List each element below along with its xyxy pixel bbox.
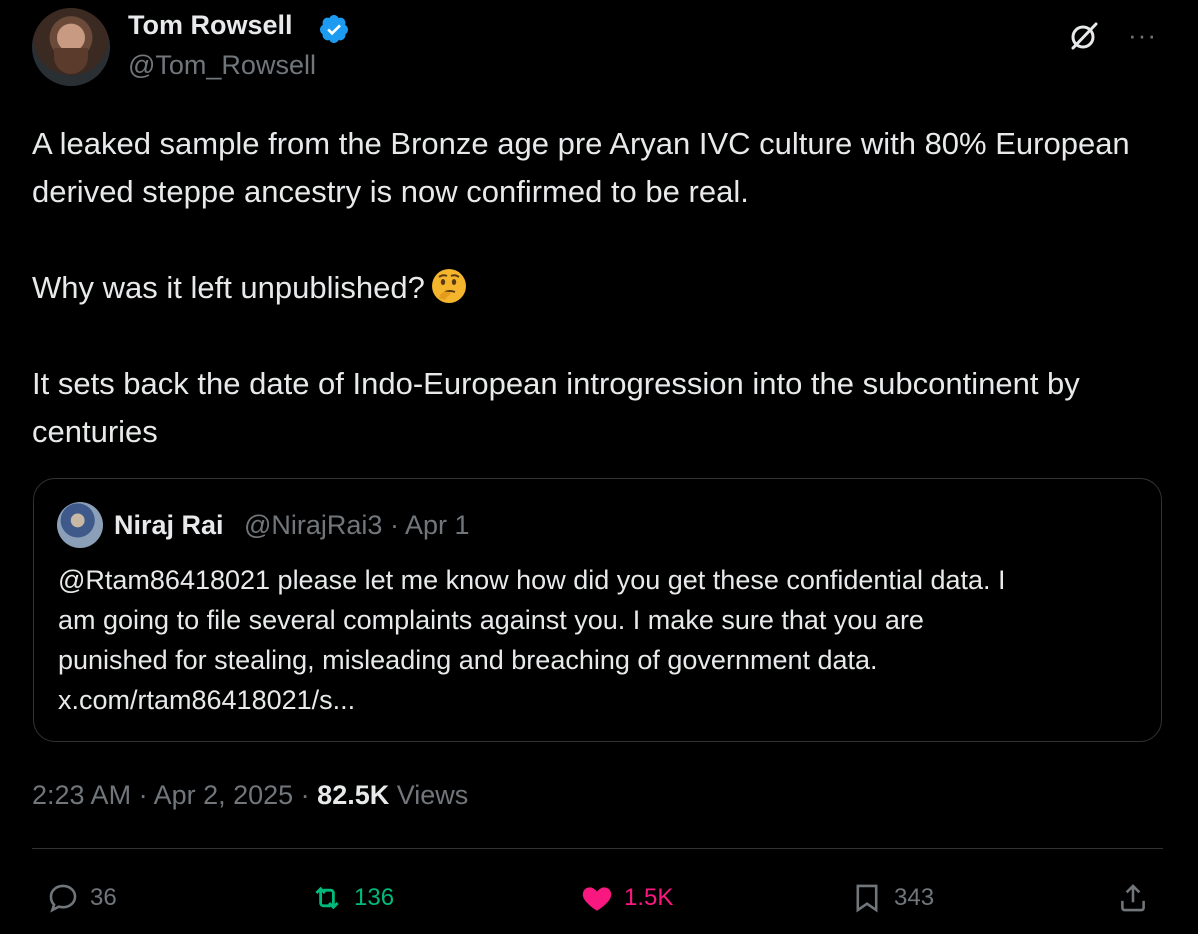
more-icon[interactable]: ···: [1128, 20, 1157, 51]
quoted-line: am going to file several complaints agai…: [58, 605, 924, 635]
views-label: Views: [389, 780, 469, 810]
quoted-tweet-text: @Rtam86418021 please let me know how did…: [58, 560, 1148, 720]
reply-icon: [49, 884, 77, 913]
tweet-paragraph: It sets back the date of Indo-European i…: [32, 366, 1080, 449]
retweet-icon: [315, 886, 339, 910]
reply-button[interactable]: 36: [46, 878, 117, 918]
bookmark-button[interactable]: 343: [850, 878, 934, 918]
grok-icon[interactable]: [1068, 20, 1100, 52]
author-handle[interactable]: @Tom_Rowsell: [128, 50, 316, 81]
author-avatar[interactable]: [32, 8, 110, 86]
quoted-author-avatar[interactable]: [57, 502, 103, 548]
retweet-count: 136: [354, 884, 395, 911]
tweet-paragraph: Why was it left unpublished?: [32, 264, 1152, 312]
bookmark-icon: [856, 884, 878, 913]
quoted-author-meta: @NirajRai3 · Apr 1: [244, 510, 470, 540]
tweet-datetime[interactable]: 2:23 AM · Apr 2, 2025 ·: [32, 780, 317, 810]
author-name[interactable]: Tom Rowsell: [128, 10, 293, 41]
bookmark-count: 343: [894, 884, 935, 911]
share-icon: [1121, 884, 1145, 912]
divider: [32, 848, 1163, 849]
quoted-line: @Rtam86418021 please let me know how did…: [58, 565, 1006, 595]
like-count: 1.5K: [624, 884, 674, 911]
tweet-timestamp: 2:23 AM · Apr 2, 2025 · 82.5K Views: [32, 780, 468, 811]
retweet-button[interactable]: 136: [310, 878, 394, 918]
thinking-face-emoji-icon: [431, 268, 467, 304]
tweet-text: A leaked sample from the Bronze age pre …: [32, 120, 1152, 456]
tweet-paragraph: A leaked sample from the Bronze age pre …: [32, 126, 1130, 209]
quoted-link[interactable]: x.com/rtam86418021/s...: [58, 680, 1148, 720]
like-button[interactable]: 1.5K: [580, 878, 673, 918]
tweet-paragraph-text: Why was it left unpublished?: [32, 270, 425, 305]
share-button[interactable]: [1116, 878, 1150, 918]
views-count: 82.5K: [317, 780, 390, 810]
reply-count: 36: [90, 884, 117, 911]
heart-icon: [582, 887, 612, 911]
quoted-author-name[interactable]: Niraj Rai: [114, 510, 224, 541]
quoted-line: punished for stealing, misleading and br…: [58, 645, 878, 675]
verified-badge-icon: [319, 15, 348, 43]
